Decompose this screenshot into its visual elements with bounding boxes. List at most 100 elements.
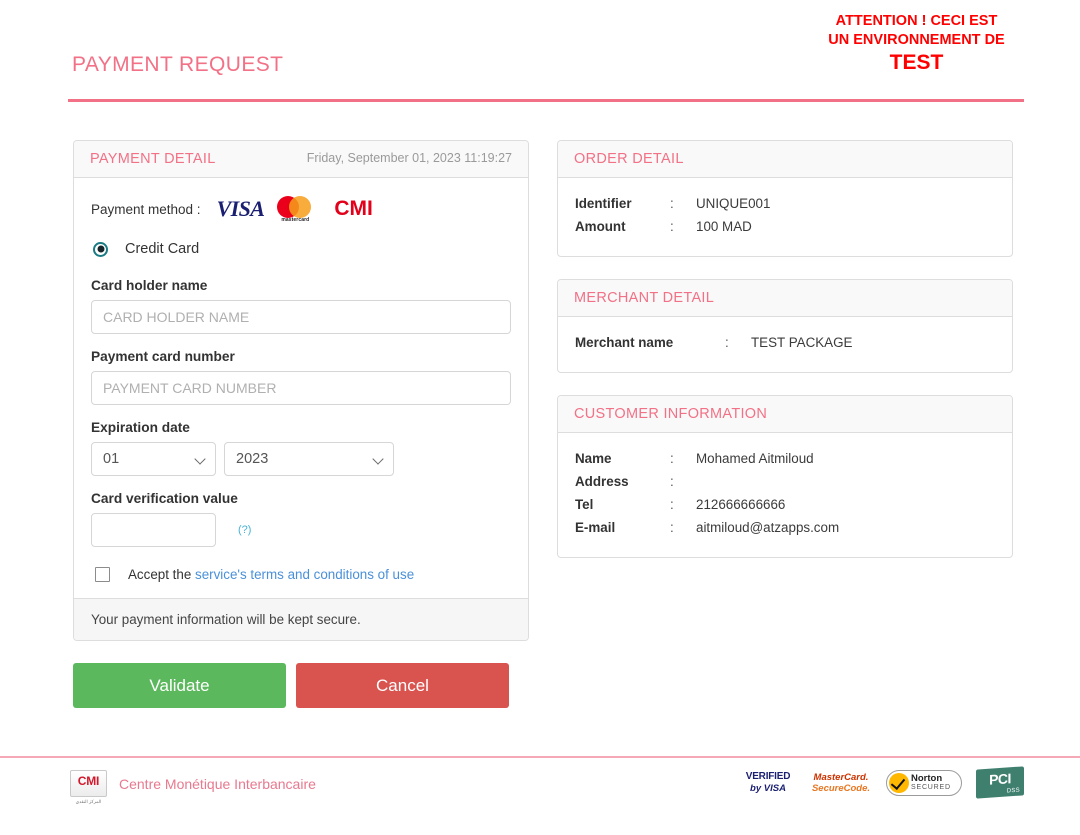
credit-card-radio-label: Credit Card (125, 241, 200, 257)
row-separator: : (670, 520, 674, 535)
warning-line-2: UN ENVIRONNEMENT DE (828, 32, 1005, 48)
merchant-detail-body: Merchant name : TEST PACKAGE (558, 317, 1012, 372)
row-key: E-mail (575, 520, 616, 535)
badge-line-2: DSS (1006, 787, 1020, 795)
warning-line-3: TEST (889, 51, 944, 74)
payment-detail-body: Payment method : VISA mastercard CMI Cre… (74, 178, 528, 598)
verified-by-visa-icon: VERIFIED by VISA (740, 769, 796, 797)
row-value: Mohamed Aitmiloud (696, 451, 814, 466)
row-separator: : (670, 497, 674, 512)
customer-information-table: Name : Mohamed Aitmiloud Address : Tel :… (575, 449, 995, 541)
cvv-row: (?) (91, 513, 511, 547)
row-separator: : (725, 335, 729, 350)
order-detail-panel: ORDER DETAIL Identifier : UNIQUE001 Amou… (557, 140, 1013, 257)
terms-text: Accept the service's terms and condition… (128, 567, 414, 582)
badge-line-1: MasterCard. (813, 771, 869, 783)
row-value (696, 472, 995, 495)
row-key: Name (575, 451, 612, 466)
header-divider (68, 99, 1024, 102)
row-separator: : (670, 474, 674, 489)
order-detail-body: Identifier : UNIQUE001 Amount : 100 MAD (558, 178, 1012, 256)
payment-method-row: Payment method : VISA mastercard CMI (91, 194, 511, 224)
expiry-year-wrap: 2023 (224, 442, 394, 476)
merchant-detail-panel: MERCHANT DETAIL Merchant name : TEST PAC… (557, 279, 1013, 373)
cvv-label: Card verification value (91, 491, 238, 506)
warning-line-1: ATTENTION ! CECI EST (835, 13, 998, 29)
row-value: aitmiloud@atzapps.com (696, 520, 840, 535)
expiry-month-wrap: 01 (91, 442, 216, 476)
expiry-month-select[interactable]: 01 (91, 442, 216, 476)
expiry-year-select[interactable]: 2023 (224, 442, 394, 476)
credit-card-radio[interactable] (93, 241, 108, 257)
row-separator: : (670, 219, 674, 234)
badge-line-2: by VISA (750, 782, 786, 794)
terms-link[interactable]: service's terms and conditions of use (195, 567, 414, 582)
card-holder-group: Card holder name (91, 278, 511, 334)
card-number-input[interactable] (91, 371, 511, 405)
card-number-group: Payment card number (91, 349, 511, 405)
customer-information-panel: CUSTOMER INFORMATION Name : Mohamed Aitm… (557, 395, 1013, 558)
merchant-detail-table: Merchant name : TEST PACKAGE (575, 333, 995, 356)
row-value: TEST PACKAGE (751, 335, 853, 350)
table-row: Merchant name : TEST PACKAGE (575, 333, 995, 356)
row-value: 100 MAD (696, 219, 752, 234)
customer-information-header: CUSTOMER INFORMATION (558, 396, 1012, 433)
cmi-icon: CMI (334, 197, 373, 220)
norton-secured-icon: Norton SECURED (886, 769, 962, 796)
expiration-date-label: Expiration date (91, 420, 190, 435)
secure-note: Your payment information will be kept se… (74, 598, 528, 640)
table-row: Name : Mohamed Aitmiloud (575, 449, 995, 472)
badge-line-1: VERIFIED (745, 770, 791, 782)
page-header: PAYMENT REQUEST ATTENTION ! CECI EST UN … (0, 0, 1080, 102)
table-row: Amount : 100 MAD (575, 217, 995, 240)
badge-line-2: SecureCode. (811, 782, 871, 794)
footer-divider (0, 756, 1080, 758)
card-number-label: Payment card number (91, 349, 235, 364)
payment-detail-title: PAYMENT DETAIL (90, 151, 216, 167)
credit-card-radio-row[interactable]: Credit Card (91, 238, 511, 260)
cancel-button[interactable]: Cancel (296, 663, 509, 708)
action-buttons: Validate Cancel (73, 663, 529, 708)
merchant-detail-header: MERCHANT DETAIL (558, 280, 1012, 317)
terms-prefix: Accept the (128, 567, 195, 582)
row-value: 212666666666 (696, 497, 786, 512)
row-key: Address (575, 474, 629, 489)
cvv-help-link[interactable]: (?) (238, 524, 251, 536)
table-row: E-mail : aitmiloud@atzapps.com (575, 518, 995, 541)
cvv-input[interactable] (91, 513, 216, 547)
mastercard-securecode-icon: MasterCard. SecureCode. (810, 769, 872, 797)
card-holder-label: Card holder name (91, 278, 208, 293)
table-row: Identifier : UNIQUE001 (575, 194, 995, 217)
check-icon (889, 772, 909, 793)
payment-detail-header: PAYMENT DETAIL Friday, September 01, 202… (74, 141, 528, 178)
payment-detail-panel: PAYMENT DETAIL Friday, September 01, 202… (73, 140, 529, 641)
cvv-group: Card verification value (?) (91, 491, 511, 547)
badge-line-1: Norton (911, 772, 943, 784)
table-row: Tel : 212666666666 (575, 495, 995, 518)
security-badges: VERIFIED by VISA MasterCard. SecureCode.… (740, 766, 1024, 799)
visa-icon: VISA (216, 196, 265, 221)
row-key: Identifier (575, 196, 632, 211)
cmi-logo-text: CMI (77, 774, 100, 788)
row-separator: : (670, 196, 674, 211)
mastercard-icon: mastercard (275, 194, 323, 224)
customer-information-body: Name : Mohamed Aitmiloud Address : Tel :… (558, 433, 1012, 557)
right-column: ORDER DETAIL Identifier : UNIQUE001 Amou… (557, 140, 1013, 580)
order-detail-title: ORDER DETAIL (574, 151, 684, 167)
accept-terms-checkbox[interactable] (95, 567, 110, 582)
row-value: UNIQUE001 (696, 196, 771, 211)
row-key: Merchant name (575, 335, 674, 350)
expiration-group: Expiration date 01 2023 (91, 420, 511, 476)
card-brand-logos: VISA mastercard CMI (217, 194, 373, 224)
row-separator: : (670, 451, 674, 466)
page-title: PAYMENT REQUEST (72, 53, 284, 76)
page-footer: CMI المركز النقدي Centre Monétique Inter… (0, 756, 1080, 835)
validate-button[interactable]: Validate (73, 663, 286, 708)
test-environment-warning: ATTENTION ! CECI EST UN ENVIRONNEMENT DE… (809, 12, 1024, 75)
card-holder-input[interactable] (91, 300, 511, 334)
row-key: Amount (575, 219, 626, 234)
payment-datetime: Friday, September 01, 2023 11:19:27 (306, 151, 512, 165)
left-column: PAYMENT DETAIL Friday, September 01, 202… (73, 140, 529, 708)
expiration-row: 01 2023 (91, 442, 511, 476)
cmi-logo-subtext: المركز النقدي (75, 799, 102, 804)
